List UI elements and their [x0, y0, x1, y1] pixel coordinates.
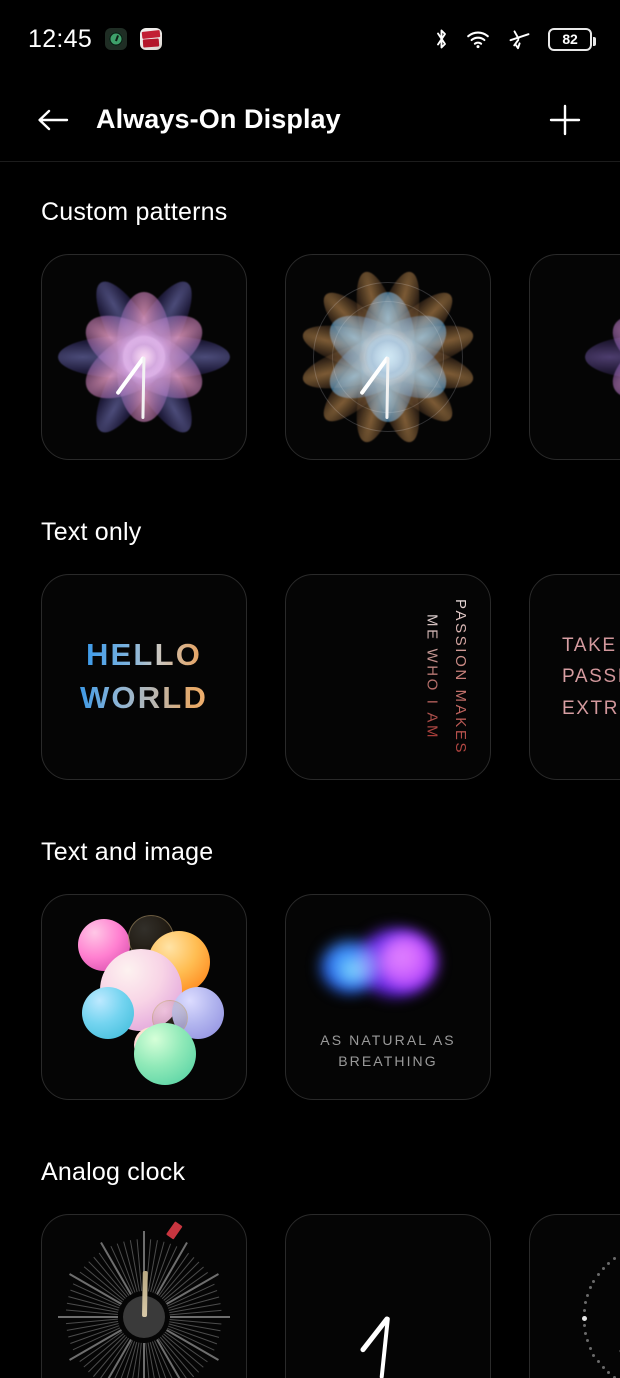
- aod-card-text-passion-makes-me[interactable]: ME WHO I AM PASSION MAKES: [285, 574, 491, 780]
- wifi-icon: [466, 29, 490, 49]
- mandala-graphic-violet: [585, 255, 620, 459]
- battery-level: 82: [562, 31, 578, 47]
- row-custom-patterns[interactable]: [0, 254, 620, 460]
- aod-card-pattern-violet-mandala[interactable]: [529, 254, 620, 460]
- section-text-only: Text only HELLO WORLD ME WHO I AM PASSIO…: [0, 518, 620, 780]
- jellyfish-highlight: [379, 933, 437, 991]
- clock-dot: [592, 1353, 596, 1357]
- back-button[interactable]: [32, 99, 74, 141]
- plus-icon: [549, 104, 581, 135]
- section-title-analog-clock: Analog clock: [41, 1158, 186, 1186]
- section-custom-patterns: Custom patterns: [0, 162, 620, 460]
- status-bar-left: 12:45: [28, 24, 163, 54]
- take-line-3: EXTREM: [562, 693, 620, 724]
- battery-icon: 82: [548, 27, 596, 51]
- passion-line-1: PASSION MAKES: [446, 599, 475, 755]
- add-button[interactable]: [542, 97, 588, 143]
- aod-card-pattern-purple-mandala[interactable]: [41, 254, 247, 460]
- row-text-and-image[interactable]: AS NATURAL AS BREATHING: [0, 894, 620, 1100]
- section-title-text-and-image: Text and image: [41, 838, 214, 866]
- clock-dot: [613, 1256, 616, 1260]
- take-line-2: PASSION: [562, 661, 620, 692]
- hello-line-1: HELLO: [86, 636, 202, 675]
- aod-card-clock-dotted-ring[interactable]: [529, 1214, 620, 1378]
- aod-card-image-bubbles[interactable]: [41, 894, 247, 1100]
- page-title: Always-On Display: [96, 104, 341, 134]
- jellyfish-caption: AS NATURAL AS BREATHING: [286, 1030, 490, 1073]
- bubbles-graphic: [42, 895, 246, 1099]
- clock-dot: [586, 1339, 590, 1343]
- clock-dot: [592, 1279, 596, 1283]
- app-bar: Always-On Display: [0, 78, 620, 162]
- clock-dot: [606, 1371, 610, 1375]
- aod-card-clock-minimal[interactable]: [285, 1214, 491, 1378]
- aod-card-pattern-blue-mandala[interactable]: [285, 254, 491, 460]
- section-analog-clock: Analog clock: [0, 1158, 620, 1378]
- aod-style-list: Custom patterns Text only HELLO WORLD ME…: [0, 162, 620, 1378]
- clock-dot: [606, 1261, 610, 1265]
- clock-dot: [584, 1331, 588, 1335]
- bubble-cyan: [82, 987, 134, 1039]
- row-text-only[interactable]: HELLO WORLD ME WHO I AM PASSION MAKES TA…: [0, 574, 620, 780]
- mandala-graphic-blue: [286, 255, 490, 459]
- section-text-and-image: Text and image AS NATURAL AS BREATHING: [0, 838, 620, 1100]
- clock-dot: [584, 1301, 588, 1305]
- gold-hand: [141, 1270, 148, 1318]
- clock-dot: [582, 1308, 586, 1312]
- status-bar-right: 82: [434, 27, 596, 51]
- mandala-core: [365, 334, 411, 380]
- clock-dot: [582, 1324, 586, 1328]
- clock-dot: [596, 1273, 600, 1276]
- clock-tick: [170, 1316, 230, 1318]
- status-bar: 12:45 82: [0, 0, 620, 78]
- clock-dot: [586, 1293, 590, 1297]
- clock-tick: [58, 1316, 118, 1318]
- clock-tick: [143, 1343, 145, 1378]
- clock-dot: [588, 1346, 592, 1350]
- clock-dot: [581, 1315, 587, 1321]
- app-notification-icon: [140, 28, 163, 50]
- jellyfish-glow: [335, 957, 375, 989]
- jellyfish-graphic: [313, 917, 463, 1017]
- jellyfish-caption-line-1: AS NATURAL AS: [320, 1031, 456, 1048]
- take-line-1: TAKE YO: [562, 630, 620, 661]
- back-arrow-icon: [38, 109, 69, 130]
- aod-card-text-hello-world[interactable]: HELLO WORLD: [41, 574, 247, 780]
- clock-dot: [588, 1286, 592, 1290]
- aod-card-clock-radial-burst[interactable]: [41, 1214, 247, 1378]
- passion-line-2: ME WHO I AM: [417, 614, 446, 740]
- mandala-graphic-purple: [42, 255, 246, 459]
- aod-card-text-take-your-passion[interactable]: TAKE YO PASSION EXTREM: [529, 574, 620, 780]
- take-passion-text: TAKE YO PASSION EXTREM: [530, 575, 620, 779]
- row-analog-clock[interactable]: [0, 1214, 620, 1378]
- alarm-clock-icon: [105, 28, 128, 50]
- airplane-mode-icon: [507, 28, 531, 50]
- clock-dot: [601, 1366, 605, 1370]
- bubble-green: [134, 1023, 196, 1085]
- section-title-text-only: Text only: [41, 518, 142, 546]
- dotted-ring-face: [581, 1215, 620, 1378]
- passion-vertical-text: ME WHO I AM PASSION MAKES: [286, 575, 490, 779]
- mandala-core: [124, 337, 164, 377]
- section-title-custom-patterns: Custom patterns: [41, 198, 228, 226]
- jellyfish-caption-line-2: BREATHING: [338, 1053, 438, 1070]
- clock-dot: [601, 1266, 605, 1270]
- status-time: 12:45: [28, 24, 93, 53]
- hello-world-text: HELLO WORLD: [42, 575, 246, 779]
- hello-line-2: WORLD: [80, 679, 208, 718]
- bluetooth-icon: [434, 28, 449, 50]
- clock-dot: [596, 1359, 600, 1363]
- aod-card-image-jellyfish[interactable]: AS NATURAL AS BREATHING: [285, 894, 491, 1100]
- phone-screen: 12:45 82 Always-On Display Custom patter…: [0, 0, 620, 1378]
